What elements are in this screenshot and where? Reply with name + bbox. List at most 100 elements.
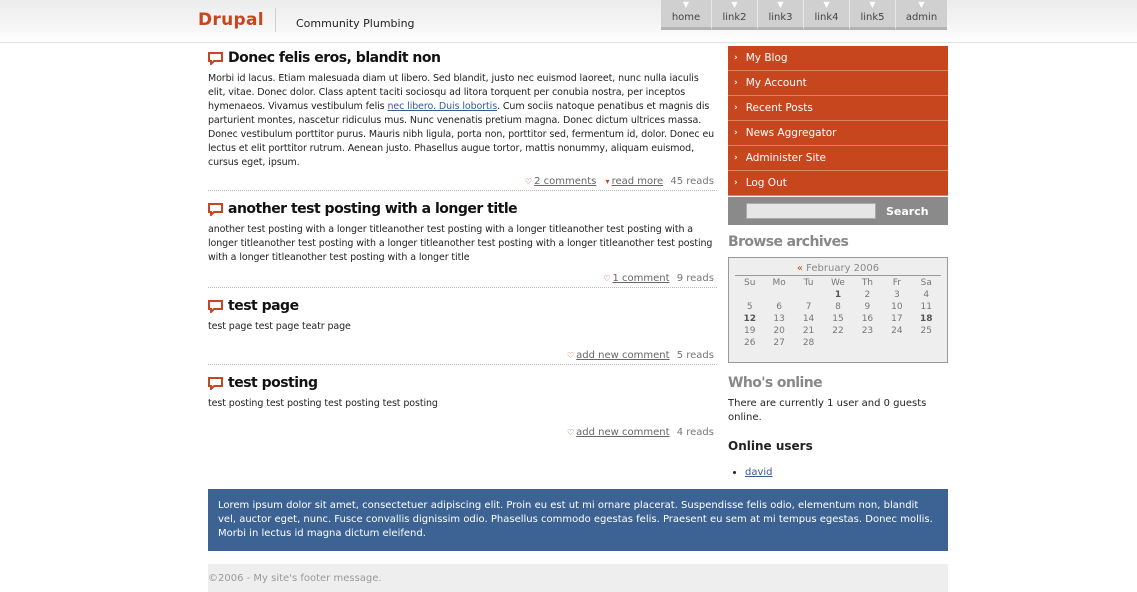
post-title[interactable]: another test posting with a longer title xyxy=(228,201,518,217)
post: Donec felis eros, blandit non Morbi id l… xyxy=(208,48,717,191)
nav-tab-link5[interactable]: ▼ link5 xyxy=(849,0,895,30)
reads-count: 45 reads xyxy=(670,176,714,187)
chevron-down-icon: ▼ xyxy=(682,0,690,9)
calendar-day: 5 xyxy=(746,302,753,312)
calendar-blank xyxy=(735,290,764,300)
add-comment-link[interactable]: add new comment xyxy=(576,427,669,438)
archives-title: Browse archives xyxy=(728,234,849,250)
post-title[interactable]: test posting xyxy=(228,375,318,391)
nav-tab-link4[interactable]: ▼ link4 xyxy=(803,0,849,30)
post-title-row: another test posting with a longer title xyxy=(208,199,717,219)
inline-link[interactable]: nec libero. Duis lobortis xyxy=(387,101,497,112)
chevron-down-icon: ▼ xyxy=(731,0,738,9)
calendar-day[interactable]: 1 xyxy=(823,290,852,300)
menu-item-my-blog[interactable]: › My Blog xyxy=(728,46,948,71)
search-button[interactable]: Search xyxy=(886,205,929,218)
reads-count: 5 reads xyxy=(676,350,714,361)
site-slogan: Community Plumbing xyxy=(296,17,415,30)
post: another test posting with a longer title… xyxy=(208,199,717,288)
comment-bubble-icon xyxy=(208,202,223,216)
calendar-day: 17 xyxy=(891,314,903,324)
post-body: test posting test posting test posting t… xyxy=(208,398,438,409)
menu-item-news-aggregator[interactable]: › News Aggregator xyxy=(728,121,948,146)
calendar-day: 3 xyxy=(893,290,900,300)
prev-month-link[interactable]: « xyxy=(797,263,803,274)
chevron-right-icon: › xyxy=(734,128,738,138)
post-body: Morbi id lacus. Etiam malesuada diam ut … xyxy=(208,73,715,168)
nav-tab-home[interactable]: ▼ home xyxy=(661,0,711,30)
calendar-day: 4 xyxy=(923,290,930,300)
read-more-link[interactable]: read more xyxy=(612,176,664,187)
calendar-day[interactable]: 12 xyxy=(735,314,764,324)
calendar-day: 15 xyxy=(832,314,844,324)
post-links: ♡ add new comment 5 reads xyxy=(208,334,717,364)
chevron-right-icon: › xyxy=(734,78,738,88)
nav-tab-admin[interactable]: ▼ admin xyxy=(895,0,947,30)
primary-nav: ▼ home ▼ link2 ▼ link3 ▼ link4 ▼ link5 ▼ admin xyxy=(661,0,947,30)
chevron-down-icon: ▼ xyxy=(918,0,925,9)
chevron-down-icon: ▼ xyxy=(823,0,830,9)
site-footer: ©2006 - My site's footer message. xyxy=(208,564,948,592)
comment-icon: ♡ xyxy=(524,177,533,186)
user-menu: › My Blog › My Account › Recent Posts › News… xyxy=(728,46,948,196)
post-links: ♡ 1 comment 9 reads xyxy=(208,265,717,287)
comment-bubble-icon xyxy=(208,51,223,65)
calendar-header: « February 2006 xyxy=(735,263,941,276)
site-header: Drupal Community Plumbing ▼ home ▼ link2 ▼… xyxy=(0,0,1137,43)
calendar-weekday: Tu xyxy=(803,278,814,288)
chevron-right-icon: › xyxy=(734,103,738,113)
whos-online-title: Who's online xyxy=(728,375,823,391)
archive-calendar: « February 2006 Su Mo Tu We Th Fr Sa 1 2 3 4 5 6 7 8 9 1… xyxy=(728,257,948,363)
calendar-blank xyxy=(764,290,793,300)
comment-bubble-icon xyxy=(208,376,223,390)
chevron-right-icon: › xyxy=(734,153,738,163)
search-block: Search xyxy=(728,197,948,225)
calendar-weekday: Th xyxy=(861,278,874,288)
calendar-weekday: Mo xyxy=(772,278,786,288)
menu-item-administer-site[interactable]: › Administer Site xyxy=(728,146,948,171)
menu-item-log-out[interactable]: › Log Out xyxy=(728,171,948,196)
post: test page test page test page teatr page… xyxy=(208,296,717,365)
add-comment-link[interactable]: add new comment xyxy=(576,350,669,361)
calendar-day: 19 xyxy=(743,326,756,336)
calendar-day: 28 xyxy=(802,338,815,348)
reads-count: 4 reads xyxy=(676,427,714,438)
search-input[interactable] xyxy=(746,203,876,219)
calendar-day: 20 xyxy=(773,326,785,336)
calendar-weekday: Su xyxy=(744,278,756,288)
calendar-day: 8 xyxy=(835,302,841,312)
comments-link[interactable]: 2 comments xyxy=(534,176,596,187)
arrow-down-icon: ▾ xyxy=(605,177,610,186)
reads-count: 9 reads xyxy=(676,273,714,284)
post-title-row: test posting xyxy=(208,373,717,393)
chevron-down-icon: ▼ xyxy=(869,0,876,9)
post-title[interactable]: test page xyxy=(228,298,299,314)
calendar-day: 6 xyxy=(776,302,782,312)
post-links: ♡ 2 comments ▾ read more 45 reads xyxy=(208,170,717,190)
user-link[interactable]: david xyxy=(745,467,773,478)
calendar-day: 22 xyxy=(832,326,844,336)
calendar-day: 27 xyxy=(773,338,785,348)
menu-item-my-account[interactable]: › My Account xyxy=(728,71,948,96)
calendar-day: 9 xyxy=(864,302,871,312)
calendar-day: 13 xyxy=(773,314,785,324)
calendar-weekday: We xyxy=(831,278,845,288)
nav-tab-link3[interactable]: ▼ link3 xyxy=(757,0,803,30)
comments-link[interactable]: 1 comment xyxy=(612,273,669,284)
mission-statement: Lorem ipsum dolor sit amet, consectetuer… xyxy=(208,489,948,551)
comment-icon: ♡ xyxy=(603,274,611,283)
post-title[interactable]: Donec felis eros, blandit non xyxy=(228,50,441,66)
post-title-row: Donec felis eros, blandit non xyxy=(208,48,717,68)
post: test posting test posting test posting t… xyxy=(208,373,717,441)
post-body: test page test page teatr page xyxy=(208,321,351,332)
calendar-weekday: Fr xyxy=(892,278,901,288)
calendar-day: 2 xyxy=(864,290,871,300)
menu-item-recent-posts[interactable]: › Recent Posts xyxy=(728,96,948,121)
comment-icon: ♡ xyxy=(567,428,575,437)
sidebar: › My Blog › My Account › Recent Posts › News… xyxy=(728,46,948,478)
calendar-blank xyxy=(794,290,823,300)
calendar-day[interactable]: 18 xyxy=(912,314,941,324)
site-logo[interactable]: Drupal xyxy=(198,10,264,30)
calendar-month: February 2006 xyxy=(806,263,880,274)
nav-tab-link2[interactable]: ▼ link2 xyxy=(711,0,757,30)
